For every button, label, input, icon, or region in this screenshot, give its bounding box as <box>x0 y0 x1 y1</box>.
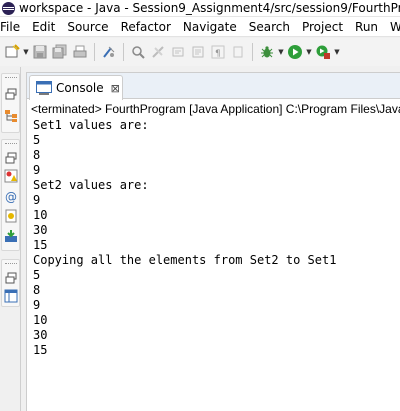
console-output-line: 9 <box>33 298 41 312</box>
new-icon[interactable] <box>2 41 22 63</box>
problems-view-icon[interactable] <box>3 168 19 184</box>
window-title: workspace - Java - Session9_Assignment4/… <box>19 1 400 15</box>
menu-bar: File Edit Source Refactor Navigate Searc… <box>0 17 400 37</box>
menu-source[interactable]: Source <box>65 20 114 34</box>
trim-grip[interactable] <box>5 263 17 265</box>
console-output-line: 30 <box>33 223 48 237</box>
toolbar-separator <box>123 43 124 61</box>
run-icon[interactable] <box>285 41 305 63</box>
new-dropdown-chevron-icon[interactable]: ▼ <box>22 41 30 63</box>
menu-search[interactable]: Search <box>247 20 296 34</box>
toggle-breakpoint-icon[interactable] <box>99 41 119 63</box>
console-output-line: 9 <box>33 193 41 207</box>
console-view: Console ⊠ <terminated> FourthProgram [Ja… <box>26 72 400 411</box>
menu-project[interactable]: Project <box>300 20 349 34</box>
debug-dropdown-chevron-icon[interactable]: ▼ <box>277 41 285 63</box>
skip-breakpoints-icon[interactable] <box>148 41 168 63</box>
toggle-mark-icon[interactable] <box>228 41 248 63</box>
save-all-icon[interactable] <box>50 41 70 63</box>
eclipse-app-icon <box>2 1 15 15</box>
debug-bug-icon[interactable] <box>257 41 277 63</box>
console-output-line: 5 <box>33 268 41 282</box>
trim-group-top <box>1 73 20 133</box>
main-toolbar: ▼ ¶ ▼ ▼ ▼ <box>0 38 400 66</box>
menu-file[interactable]: File <box>0 20 26 34</box>
run-dropdown-chevron-icon[interactable]: ▼ <box>305 41 313 63</box>
console-output[interactable]: Set1 values are: 5 8 9 Set2 values are: … <box>33 118 399 358</box>
restore-icon[interactable] <box>3 86 19 102</box>
console-output-line: 8 <box>33 148 41 162</box>
menu-window[interactable]: Windo <box>388 20 400 34</box>
show-whitespace-icon[interactable]: ¶ <box>208 41 228 63</box>
console-output-line: 8 <box>33 283 41 297</box>
svg-text:@: @ <box>5 190 17 203</box>
hierarchy-view-icon[interactable] <box>3 108 19 124</box>
console-output-line: 9 <box>33 163 41 177</box>
console-output-line: 10 <box>33 208 48 222</box>
declaration-view-icon[interactable] <box>3 208 19 224</box>
console-output-line: 15 <box>33 238 48 252</box>
console-output-line: 30 <box>33 328 48 342</box>
outline-view-icon[interactable] <box>3 288 19 304</box>
menu-refactor[interactable]: Refactor <box>119 20 177 34</box>
external-tools-icon[interactable] <box>313 41 333 63</box>
console-tab-bar: Console ⊠ <box>27 73 400 100</box>
tab-console-label: Console <box>56 81 104 95</box>
console-output-line: 10 <box>33 313 48 327</box>
close-icon[interactable]: ⊠ <box>111 82 120 95</box>
toolbar-separator <box>252 43 253 61</box>
console-view-icon[interactable] <box>3 228 19 244</box>
restore-icon[interactable] <box>3 270 19 286</box>
console-output-line: Copying all the elements from Set2 to Se… <box>33 253 337 267</box>
terminated-status-line: <terminated> FourthProgram [Java Applica… <box>31 102 400 116</box>
menu-edit[interactable]: Edit <box>30 20 61 34</box>
search-icon[interactable] <box>128 41 148 63</box>
menu-navigate[interactable]: Navigate <box>181 20 243 34</box>
external-tools-dropdown-chevron-icon[interactable]: ▼ <box>333 41 341 63</box>
console-output-line: 5 <box>33 133 41 147</box>
debug-step-icon[interactable] <box>168 41 188 63</box>
print-icon[interactable] <box>70 41 90 63</box>
window-title-bar: workspace - Java - Session9_Assignment4/… <box>0 0 400 17</box>
svg-text:¶: ¶ <box>215 49 221 59</box>
tab-console[interactable]: Console ⊠ <box>29 75 123 100</box>
toolbar-separator <box>94 43 95 61</box>
trim-group-bottom <box>1 259 20 307</box>
left-trim-bar: @ <box>0 67 21 411</box>
trim-grip[interactable] <box>5 143 17 145</box>
save-icon[interactable] <box>30 41 50 63</box>
console-output-line: 15 <box>33 343 48 357</box>
console-icon <box>36 81 52 95</box>
open-task-icon[interactable] <box>188 41 208 63</box>
menu-run[interactable]: Run <box>353 20 384 34</box>
javadoc-view-icon[interactable]: @ <box>3 188 19 204</box>
restore-icon[interactable] <box>3 150 19 166</box>
trim-group-middle: @ <box>1 139 20 251</box>
console-output-line: Set1 values are: <box>33 118 149 132</box>
console-output-line: Set2 values are: <box>33 178 149 192</box>
trim-grip[interactable] <box>5 77 17 79</box>
